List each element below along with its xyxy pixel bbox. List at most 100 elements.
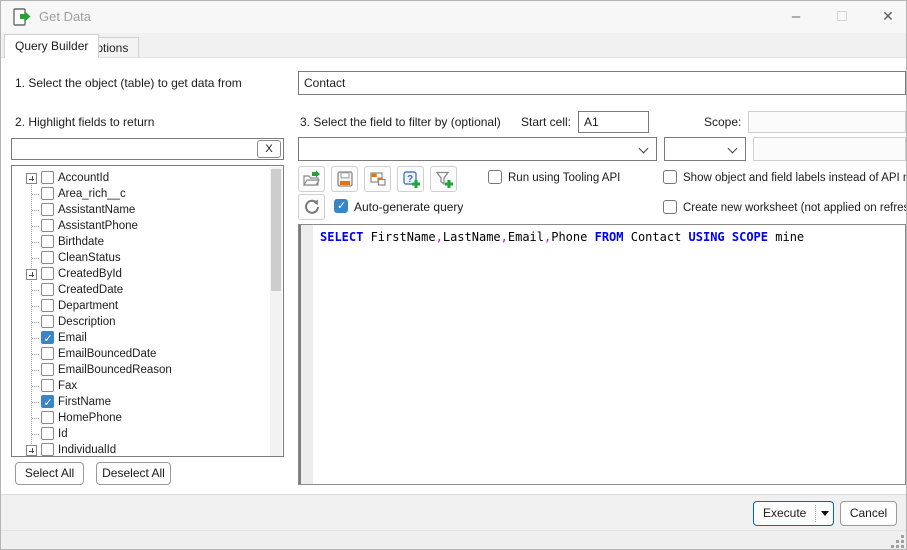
field-row[interactable]: HomePhone <box>12 410 270 426</box>
soql-token-pl: LastName <box>443 230 501 244</box>
field-row[interactable]: Description <box>12 314 270 330</box>
field-checkbox[interactable] <box>41 171 54 184</box>
field-checkbox[interactable] <box>41 283 54 296</box>
filter-operator-dropdown[interactable] <box>664 137 746 161</box>
maximize-button[interactable] <box>825 1 859 31</box>
show-labels-label: Show object and field labels instead of … <box>683 172 906 184</box>
field-row[interactable]: FirstName <box>12 394 270 410</box>
field-checkbox[interactable] <box>41 411 54 424</box>
field-label: Description <box>58 314 116 330</box>
field-row[interactable]: AccountId <box>12 170 270 186</box>
tree-scrollbar[interactable] <box>270 167 282 457</box>
new-worksheet-label: Create new worksheet (not applied on ref… <box>683 202 906 214</box>
filter-funnel-icon <box>435 170 453 188</box>
chevron-down-icon <box>728 144 738 154</box>
refresh-icon <box>303 198 321 216</box>
field-row[interactable]: EmailBouncedReason <box>12 362 270 378</box>
filter-value-input[interactable] <box>753 137 906 161</box>
field-label: CreatedDate <box>58 282 123 298</box>
field-checkbox[interactable] <box>41 443 54 456</box>
resize-grip[interactable] <box>891 535 904 548</box>
field-checkbox[interactable] <box>41 267 54 280</box>
field-row[interactable]: Id <box>12 426 270 442</box>
field-checkbox[interactable] <box>41 203 54 216</box>
add-parameter-button[interactable]: ? <box>397 166 424 192</box>
minimize-button[interactable]: – <box>779 1 813 31</box>
cancel-button[interactable]: Cancel <box>840 501 897 526</box>
auto-generate-label: Auto-generate query <box>354 200 463 214</box>
field-row[interactable]: Area_rich__c <box>12 186 270 202</box>
execute-split-button[interactable]: Execute <box>753 501 834 526</box>
field-label: Area_rich__c <box>58 186 126 202</box>
dropdown-arrow-icon <box>821 511 829 516</box>
field-row[interactable]: AssistantName <box>12 202 270 218</box>
deselect-all-button[interactable]: Deselect All <box>96 462 171 485</box>
editor-gutter <box>299 225 313 484</box>
field-checkbox[interactable] <box>41 347 54 360</box>
expand-plus-icon[interactable] <box>26 445 37 456</box>
open-query-button[interactable] <box>298 166 325 192</box>
tree-branch-line <box>32 258 39 259</box>
field-row[interactable]: Email <box>12 330 270 346</box>
scope-input[interactable] <box>748 111 906 133</box>
soql-token-pl: mine <box>768 230 804 244</box>
soql-token-kw: SELECT <box>320 230 363 244</box>
field-label: Email <box>58 330 87 346</box>
tree-branch-line <box>32 370 39 371</box>
field-checkbox[interactable] <box>41 331 54 344</box>
execute-button[interactable]: Execute <box>754 502 815 525</box>
object-input[interactable]: Contact <box>298 71 906 95</box>
tree-branch-line <box>32 354 39 355</box>
tab-query-builder[interactable]: Query Builder <box>4 34 99 58</box>
filter-field-dropdown[interactable] <box>298 137 657 161</box>
start-cell-input[interactable]: A1 <box>578 111 649 133</box>
expand-plus-icon[interactable] <box>26 269 37 280</box>
field-row[interactable]: Birthdate <box>12 234 270 250</box>
field-search-input[interactable] <box>11 138 284 160</box>
tree-branch-line <box>32 418 39 419</box>
add-filter-button[interactable] <box>430 166 457 192</box>
field-row[interactable]: IndividualId <box>12 442 270 457</box>
field-checkbox[interactable] <box>41 219 54 232</box>
field-checkbox[interactable] <box>41 299 54 312</box>
field-checkbox[interactable] <box>41 251 54 264</box>
tree-branch-line <box>32 434 39 435</box>
tree-scrollbar-thumb[interactable] <box>271 169 281 291</box>
field-label: Fax <box>58 378 77 394</box>
field-checkbox[interactable] <box>41 395 54 408</box>
maximize-icon <box>837 11 847 21</box>
field-checkbox[interactable] <box>41 187 54 200</box>
close-button[interactable]: ✕ <box>871 1 905 31</box>
soql-token-kw: USING SCOPE <box>689 230 768 244</box>
field-row[interactable]: Department <box>12 298 270 314</box>
field-row[interactable]: AssistantPhone <box>12 218 270 234</box>
field-checkbox[interactable] <box>41 379 54 392</box>
save-query-button[interactable] <box>331 166 358 192</box>
fields-tree: AccountIdArea_rich__cAssistantNameAssist… <box>11 165 284 457</box>
select-all-button[interactable]: Select All <box>15 462 84 485</box>
field-checkbox[interactable] <box>41 315 54 328</box>
mapping-table-icon <box>369 170 387 188</box>
field-checkbox[interactable] <box>41 235 54 248</box>
field-checkbox[interactable] <box>41 363 54 376</box>
tooling-api-label: Run using Tooling API <box>508 172 620 184</box>
soql-token-pl: Phone <box>551 230 594 244</box>
field-row[interactable]: CreatedDate <box>12 282 270 298</box>
field-label: AssistantName <box>58 202 135 218</box>
field-row[interactable]: CleanStatus <box>12 250 270 266</box>
field-label: HomePhone <box>58 410 122 426</box>
show-labels-checkbox[interactable] <box>663 170 677 184</box>
field-row[interactable]: CreatedById <box>12 266 270 282</box>
expand-plus-icon[interactable] <box>26 173 37 184</box>
soql-query-editor[interactable]: SELECT FirstName,LastName,Email,Phone FR… <box>298 224 906 485</box>
execute-dropdown-button[interactable] <box>816 502 833 525</box>
clear-search-button[interactable]: X <box>257 140 281 158</box>
auto-generate-checkbox[interactable] <box>334 199 348 213</box>
field-mapping-button[interactable] <box>364 166 391 192</box>
field-row[interactable]: Fax <box>12 378 270 394</box>
regenerate-query-button[interactable] <box>298 194 325 220</box>
new-worksheet-checkbox[interactable] <box>663 200 677 214</box>
field-row[interactable]: EmailBouncedDate <box>12 346 270 362</box>
tooling-api-checkbox[interactable] <box>488 170 502 184</box>
field-checkbox[interactable] <box>41 427 54 440</box>
